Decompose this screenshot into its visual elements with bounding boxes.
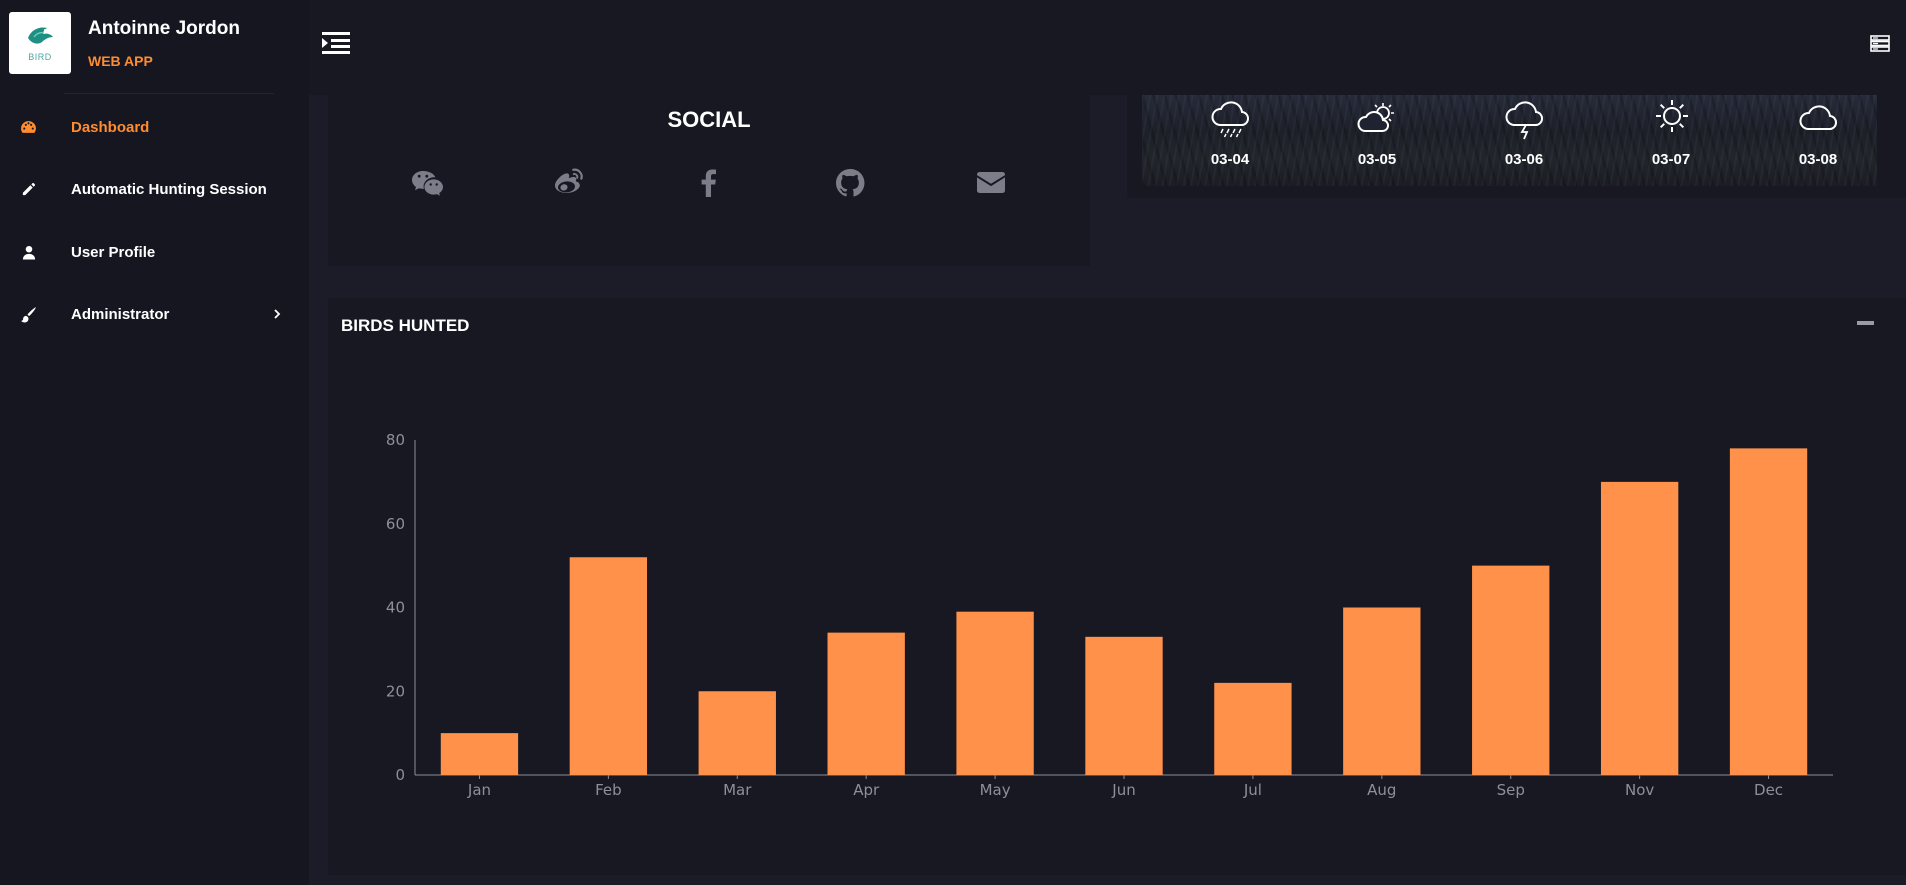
weather-date: 03-08 <box>1798 151 1838 168</box>
user-icon <box>20 244 37 261</box>
user-name: Antoinne Jordon <box>88 18 240 39</box>
top-bar <box>309 0 1906 95</box>
bird-logo-icon <box>28 27 53 44</box>
x-tick-label: Apr <box>853 781 880 799</box>
x-tick-label: Nov <box>1625 781 1654 799</box>
weather-day: 03-08 <box>1773 95 1863 186</box>
chevron-right-icon <box>274 309 281 319</box>
x-tick-label: Dec <box>1754 781 1783 799</box>
sun-icon <box>1656 100 1688 132</box>
github-icon[interactable] <box>830 163 870 203</box>
sidebar-item-label: Administrator <box>71 305 170 323</box>
sidebar-item-label: Dashboard <box>71 118 150 136</box>
bar-feb <box>569 557 648 775</box>
x-tick-label: May <box>980 781 1011 799</box>
palette-icon <box>20 119 37 136</box>
birds-hunted-chart: 0 20 40 60 80 Jan Feb Mar Apr May Jun Jul Aug Sep Nov D… <box>386 431 1833 799</box>
bar-jul <box>1214 682 1292 775</box>
sidebar-item-label: Automatic Hunting Session <box>71 180 267 198</box>
brand-header: BIRD Antoinne Jordon WEB APP <box>0 0 309 88</box>
bar-apr <box>827 632 905 775</box>
bar-mar <box>698 691 776 775</box>
y-tick-label: 60 <box>386 515 405 533</box>
sidebar-item-dashboard[interactable]: Dashboard <box>0 107 309 147</box>
bar-dec <box>1729 448 1808 775</box>
facebook-icon[interactable] <box>689 163 729 203</box>
partly-sunny-cloud-icon <box>1357 103 1394 132</box>
x-tick-label: Mar <box>723 781 752 799</box>
divider <box>64 93 274 94</box>
server-icon[interactable] <box>1870 33 1890 53</box>
bar-may <box>956 611 1034 775</box>
weather-day: 03-04 <box>1185 95 1275 186</box>
x-tick-label: Jan <box>467 781 491 799</box>
weather-day: 03-06 <box>1479 95 1569 186</box>
bar-nov <box>1600 481 1679 775</box>
social-title: SOCIAL <box>667 107 751 132</box>
menu-indent-icon[interactable] <box>318 30 354 56</box>
weather-day: 03-05 <box>1332 95 1422 186</box>
y-tick-label: 0 <box>395 766 405 784</box>
brush-icon <box>20 306 37 323</box>
bar-sep <box>1472 565 1550 775</box>
pencil-icon <box>20 181 37 198</box>
x-tick-label: Feb <box>595 781 622 799</box>
y-tick-label: 80 <box>386 431 405 449</box>
rain-cloud-icon <box>1211 101 1249 138</box>
y-tick-label: 40 <box>386 599 405 617</box>
x-tick-label: Jul <box>1243 781 1262 799</box>
weibo-icon[interactable] <box>549 163 589 203</box>
sidebar-item-label: User Profile <box>71 243 156 261</box>
weather-date: 03-05 <box>1357 151 1397 168</box>
bar-jun <box>1085 636 1163 775</box>
social-card: SOCIAL <box>328 95 1090 266</box>
sidebar: BIRD Antoinne Jordon WEB APP Dashboard A… <box>0 0 309 885</box>
weather-day: 03-07 <box>1626 95 1716 186</box>
wechat-icon[interactable] <box>407 163 447 203</box>
social-icons <box>328 163 1090 203</box>
bar-jan <box>440 733 519 775</box>
weather-date: 03-04 <box>1210 151 1250 168</box>
x-tick-label: Sep <box>1497 781 1525 799</box>
cloud-icon <box>1799 105 1837 130</box>
bar-aug <box>1343 607 1421 775</box>
x-tick-label: Aug <box>1367 781 1396 799</box>
logo-text: BIRD <box>28 52 52 62</box>
y-tick-label: 20 <box>386 682 405 700</box>
sidebar-item-user-profile[interactable]: User Profile <box>0 232 309 272</box>
sidebar-item-administrator[interactable]: Administrator <box>0 294 309 334</box>
sidebar-item-automatic-hunting-session[interactable]: Automatic Hunting Session <box>0 169 309 209</box>
weather-date: 03-07 <box>1651 151 1691 168</box>
x-tick-label: Jun <box>1111 781 1135 799</box>
birds-hunted-card: BIRDS HUNTED 0 20 40 60 80 Jan Feb Mar Apr May Jun… <box>328 298 1906 875</box>
weather-strip: 03-04 03-05 03-06 03-07 03-08 <box>1142 95 1877 186</box>
envelope-icon[interactable] <box>971 163 1011 203</box>
thunder-cloud-icon <box>1505 101 1543 140</box>
weather-date: 03-06 <box>1504 151 1544 168</box>
app-subtitle: WEB APP <box>88 53 153 69</box>
weather-card: 03-04 03-05 03-06 03-07 03-08 <box>1127 95 1906 198</box>
app-logo[interactable]: BIRD <box>9 12 71 74</box>
main-content: SOCIAL 03-04 03-05 03-06 03-07 03-08 BIR… <box>309 95 1906 885</box>
